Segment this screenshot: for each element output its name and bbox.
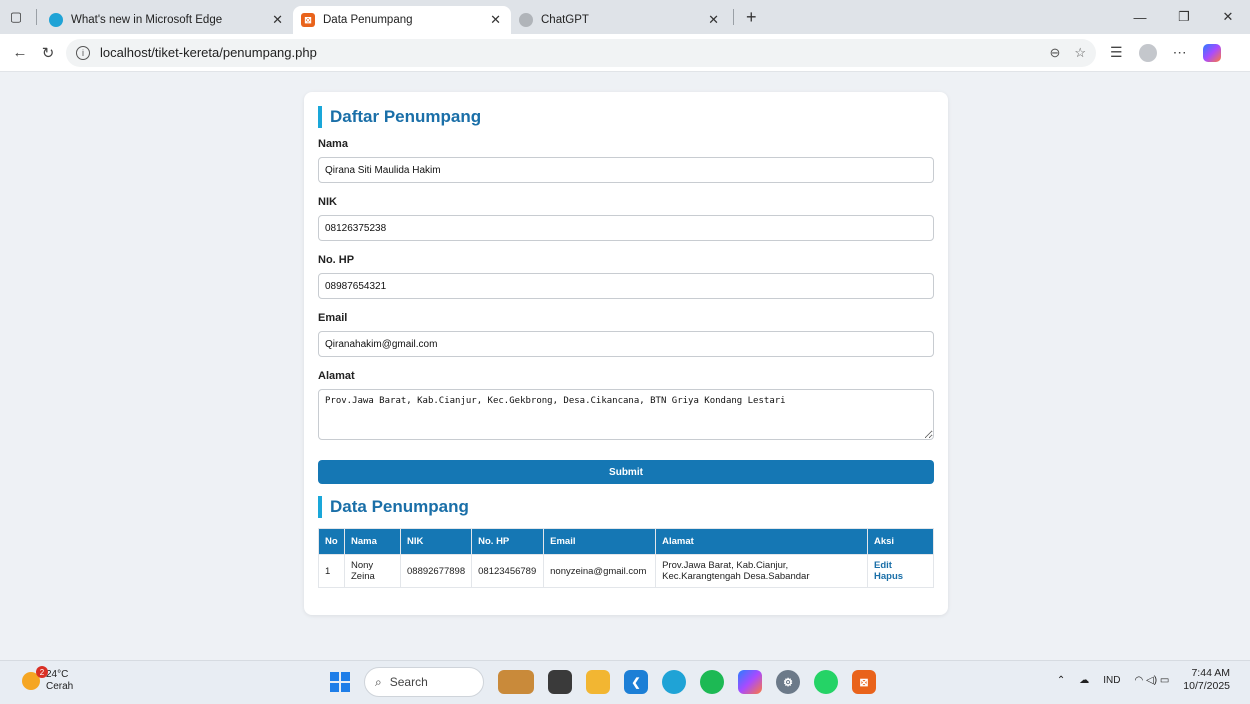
weather-temp: 24°C xyxy=(46,669,69,680)
taskbar-apps: ⌕ Search ❮ ⚙ ⊠ xyxy=(330,667,876,697)
search-label: Search xyxy=(389,675,428,689)
cell-nama: Nony Zeina xyxy=(344,554,401,588)
task-view-icon[interactable] xyxy=(548,670,572,694)
submit-button[interactable]: Submit xyxy=(318,460,934,484)
alamat-label: Alamat xyxy=(318,370,355,382)
info-icon[interactable]: i xyxy=(76,45,90,60)
back-icon[interactable]: ← xyxy=(6,44,34,61)
tab-label: ChatGPT xyxy=(541,14,589,26)
browser-tabbar: ▢ What's new in Microsoft Edge ✕ ⊠ Data … xyxy=(0,0,1250,34)
hapus-link[interactable]: Hapus xyxy=(874,571,927,582)
tab-separator xyxy=(36,9,37,25)
edit-link[interactable]: Edit xyxy=(874,560,927,571)
restore-icon[interactable]: ❐ xyxy=(1162,0,1206,34)
col-aksi: Aksi xyxy=(867,528,934,555)
window-controls: — ❐ ✕ xyxy=(1118,0,1250,34)
email-label: Email xyxy=(318,312,348,324)
clock-time: 7:44 AM xyxy=(1191,667,1230,679)
favorites-icon[interactable]: ☰ xyxy=(1110,44,1123,61)
form-title: Daftar Penumpang xyxy=(318,106,934,128)
nama-label: Nama xyxy=(318,138,348,150)
settings-gear-icon[interactable]: ⚙ xyxy=(776,670,800,694)
more-menu-icon[interactable]: ⋯ xyxy=(1173,44,1187,61)
nama-input[interactable] xyxy=(318,157,934,183)
close-window-icon[interactable]: ✕ xyxy=(1206,0,1250,34)
tab-edge-news[interactable]: What's new in Microsoft Edge ✕ xyxy=(41,6,293,34)
clock-date: 10/7/2025 xyxy=(1183,680,1230,692)
col-nik: NIK xyxy=(399,528,473,555)
edge-taskbar-icon[interactable] xyxy=(662,670,686,694)
hp-input[interactable] xyxy=(318,273,934,299)
copilot-taskbar-icon[interactable] xyxy=(738,670,762,694)
whatsapp-icon[interactable] xyxy=(814,670,838,694)
xampp-taskbar-icon[interactable]: ⊠ xyxy=(852,670,876,694)
tab-actions-icon[interactable]: ▢ xyxy=(0,0,32,34)
hp-label: No. HP xyxy=(318,254,355,266)
table-title: Data Penumpang xyxy=(318,496,934,518)
profile-avatar-icon[interactable] xyxy=(1138,43,1157,62)
col-no: No xyxy=(318,528,345,555)
page-viewport: Daftar Penumpang Nama NIK No. HP Email A… xyxy=(0,72,1250,660)
cell-nik: 08892677898 xyxy=(399,554,473,588)
favorite-star-icon[interactable]: ☆ xyxy=(1074,45,1086,61)
edge-icon xyxy=(49,13,63,27)
windows-taskbar: 2 24°C Cerah ⌕ Search ❮ ⚙ ⊠ ⌃ ☁ IND ◠ ◁)… xyxy=(0,660,1250,704)
cloud-icon[interactable]: ☁ xyxy=(1079,675,1089,686)
spotify-icon[interactable] xyxy=(700,670,724,694)
form-card: Daftar Penumpang Nama NIK No. HP Email A… xyxy=(304,92,948,615)
nik-input[interactable] xyxy=(318,215,934,241)
table-row: 1 Nony Zeina 08892677898 08123456789 non… xyxy=(318,554,934,588)
minimize-icon[interactable]: — xyxy=(1118,0,1162,34)
col-alamat: Alamat xyxy=(655,528,868,555)
cell-aksi: Edit Hapus xyxy=(867,554,934,588)
language-indicator[interactable]: IND xyxy=(1103,675,1120,686)
url-field[interactable]: i localhost/tiket-kereta/penumpang.php ⊖… xyxy=(66,38,1096,67)
refresh-icon[interactable]: ↻ xyxy=(34,44,62,62)
tab-chatgpt[interactable]: ChatGPT ✕ xyxy=(511,6,729,34)
copilot-icon[interactable] xyxy=(1202,43,1221,62)
new-tab-icon[interactable]: + xyxy=(746,7,757,28)
weather-desc: Cerah xyxy=(46,681,74,692)
search-icon: ⌕ xyxy=(375,674,382,689)
weather-widget[interactable]: 2 24°C Cerah xyxy=(22,666,74,693)
address-bar-row: ← ↻ i localhost/tiket-kereta/penumpang.p… xyxy=(0,34,1250,72)
table-header-row: No Nama NIK No. HP Email Alamat Aksi xyxy=(318,528,934,555)
clock[interactable]: 7:44 AM 10/7/2025 xyxy=(1183,667,1230,693)
email-input[interactable] xyxy=(318,331,934,357)
url-text: localhost/tiket-kereta/penumpang.php xyxy=(100,45,317,60)
file-explorer-icon[interactable] xyxy=(586,670,610,694)
widgets-food-icon[interactable] xyxy=(498,670,534,694)
chatgpt-icon xyxy=(519,13,533,27)
system-tray: ⌃ ☁ IND ◠ ◁) ▭ 7:44 AM 10/7/2025 xyxy=(1057,667,1230,693)
cell-no: 1 xyxy=(318,554,345,588)
close-icon[interactable]: ✕ xyxy=(708,12,719,28)
nik-label: NIK xyxy=(318,196,337,208)
close-icon[interactable]: ✕ xyxy=(490,12,501,28)
tab-label: What's new in Microsoft Edge xyxy=(71,14,223,26)
col-email: Email xyxy=(543,528,657,555)
col-nama: Nama xyxy=(344,528,401,555)
xampp-icon: ⊠ xyxy=(301,13,315,27)
tab-data-penumpang[interactable]: ⊠ Data Penumpang ✕ xyxy=(293,6,511,34)
notification-badge: 2 xyxy=(36,666,48,678)
cell-email: nonyzeina@gmail.com xyxy=(543,554,657,588)
vscode-icon[interactable]: ❮ xyxy=(624,670,648,694)
chevron-up-icon[interactable]: ⌃ xyxy=(1057,675,1065,686)
penumpang-table: No Nama NIK No. HP Email Alamat Aksi 1 N… xyxy=(318,528,934,588)
taskbar-search[interactable]: ⌕ Search xyxy=(364,667,484,697)
alamat-textarea[interactable]: Prov.Jawa Barat, Kab.Cianjur, Kec.Gekbro… xyxy=(318,389,934,440)
wifi-volume-battery-icon[interactable]: ◠ ◁) ▭ xyxy=(1135,675,1170,686)
tab-label: Data Penumpang xyxy=(323,14,413,26)
weather-sun-icon: 2 xyxy=(22,666,48,690)
tab-separator xyxy=(733,9,734,25)
cell-alamat: Prov.Jawa Barat, Kab.Cianjur, Kec.Karang… xyxy=(655,554,868,588)
cell-hp: 08123456789 xyxy=(471,554,545,588)
close-icon[interactable]: ✕ xyxy=(272,12,283,28)
zoom-icon[interactable]: ⊖ xyxy=(1049,45,1060,61)
windows-start-icon[interactable] xyxy=(330,672,350,692)
col-hp: No. HP xyxy=(471,528,545,555)
